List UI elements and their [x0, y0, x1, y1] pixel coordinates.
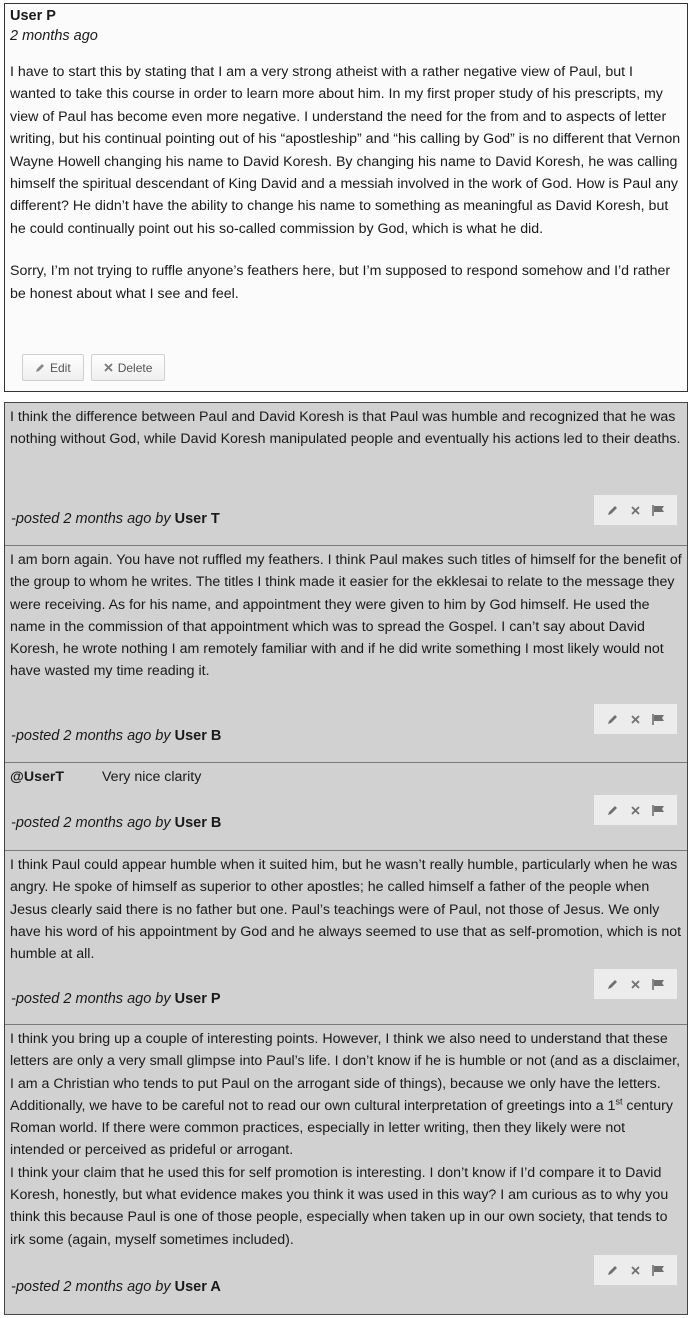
reply-author: User T: [174, 511, 220, 527]
flag-icon[interactable]: [652, 803, 666, 817]
reply-tools: [594, 495, 677, 525]
reply-meta-text: -posted 2 months ago by: [11, 1279, 175, 1295]
reply-tools: [594, 1255, 677, 1285]
replies-thread: I think the difference between Paul and …: [4, 402, 688, 1315]
x-icon[interactable]: [629, 977, 643, 991]
reply-meta-text: -posted 2 months ago by: [11, 511, 175, 527]
x-icon[interactable]: [629, 503, 643, 517]
reply-text: I think Paul could appear humble when it…: [10, 857, 682, 963]
pencil-icon: [36, 363, 44, 372]
reply-item: I think Paul could appear humble when it…: [5, 851, 687, 1025]
flag-icon[interactable]: [652, 977, 666, 991]
reply-item: I am born again. You have not ruffled my…: [5, 546, 687, 763]
x-icon[interactable]: [629, 803, 643, 817]
post-actions: Edit Delete: [22, 354, 166, 381]
reply-tools: [594, 704, 677, 734]
post-timestamp: 2 months ago: [10, 28, 98, 44]
reply-meta: -posted 2 months ago by User A: [11, 1277, 221, 1297]
reply-text: I think you bring up a couple of interes…: [10, 1028, 682, 1162]
reply-text: I think the difference between Paul and …: [10, 409, 681, 448]
flag-icon[interactable]: [652, 503, 666, 517]
reply-meta: -posted 2 months ago by User B: [11, 813, 221, 833]
reply-meta: -posted 2 months ago by User B: [11, 726, 221, 746]
reply-meta: -posted 2 months ago by User P: [11, 989, 221, 1009]
reply-text: I am born again. You have not ruffled my…: [10, 552, 682, 680]
reply-meta-text: -posted 2 months ago by: [11, 728, 175, 744]
pencil-icon[interactable]: [606, 503, 620, 517]
reply-item: I think the difference between Paul and …: [5, 403, 687, 546]
reply-mention[interactable]: @UserT: [10, 766, 102, 788]
post-author: User P: [10, 8, 56, 24]
post-body: I have to start this by stating that I a…: [10, 61, 682, 305]
reply-tools: [594, 969, 677, 999]
reply-author: User B: [174, 728, 222, 744]
original-post: User P 2 months ago I have to start this…: [4, 3, 688, 392]
post-paragraph: I have to start this by stating that I a…: [10, 64, 681, 237]
reply-item: @UserT Very nice clarity -posted 2 months…: [5, 763, 687, 851]
reply-text-part: I think you bring up a couple of interes…: [10, 1031, 681, 1114]
reply-item: I think you bring up a couple of interes…: [5, 1025, 687, 1312]
edit-button-label: Edit: [50, 360, 71, 375]
delete-button-label: Delete: [117, 360, 153, 375]
edit-button[interactable]: Edit: [22, 354, 84, 381]
x-icon: [104, 363, 113, 372]
pencil-icon[interactable]: [606, 803, 620, 817]
reply-author: User A: [174, 1279, 221, 1295]
delete-button[interactable]: Delete: [90, 354, 166, 381]
reply-text: I think your claim that he used this for…: [10, 1164, 669, 1248]
pencil-icon[interactable]: [606, 977, 620, 991]
reply-author: User P: [174, 991, 221, 1007]
x-icon[interactable]: [629, 1263, 643, 1277]
reply-meta-text: -posted 2 months ago by: [11, 815, 175, 831]
reply-meta-text: -posted 2 months ago by: [11, 991, 175, 1007]
x-icon[interactable]: [629, 712, 643, 726]
reply-text: @UserT Very nice clarity: [10, 766, 682, 788]
reply-author: User B: [174, 815, 222, 831]
flag-icon[interactable]: [652, 712, 666, 726]
reply-tools: [594, 795, 677, 825]
post-paragraph: Sorry, I’m not trying to ruffle anyone’s…: [10, 263, 671, 302]
flag-icon[interactable]: [652, 1263, 666, 1277]
pencil-icon[interactable]: [606, 1263, 620, 1277]
pencil-icon[interactable]: [606, 712, 620, 726]
reply-text-body: Very nice clarity: [102, 769, 202, 785]
reply-meta: -posted 2 months ago by User T: [11, 509, 220, 529]
